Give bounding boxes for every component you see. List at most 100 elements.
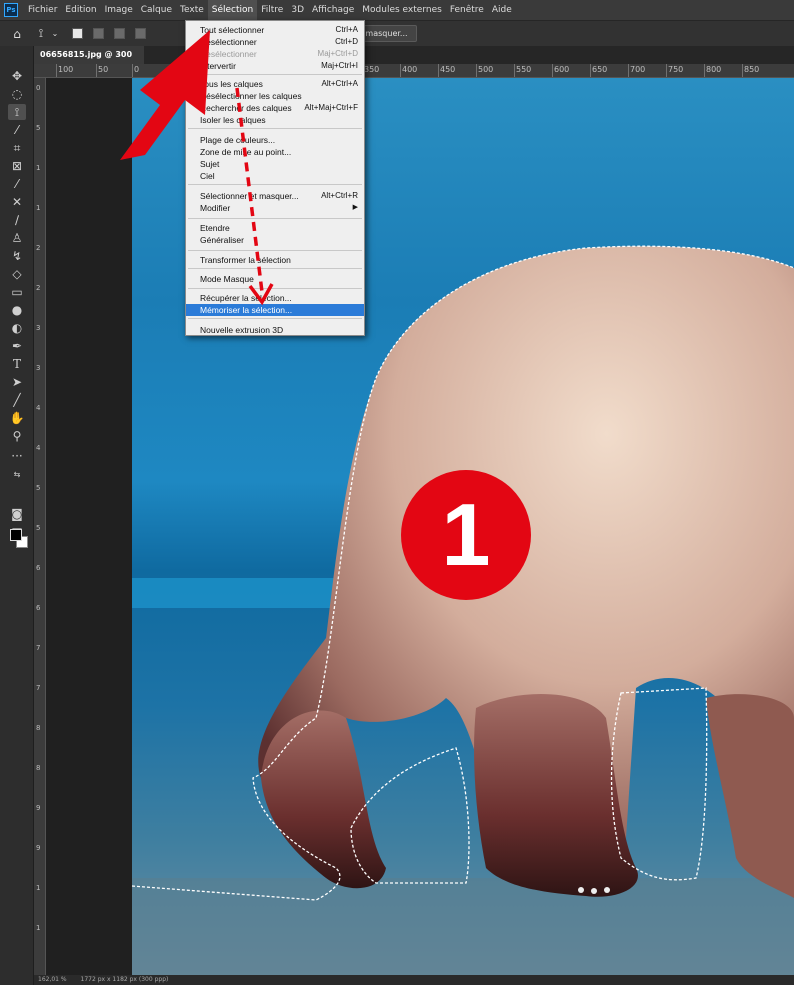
blur-tool-icon[interactable]: ● [8, 302, 26, 318]
healing-brush-icon[interactable]: ✕ [8, 194, 26, 210]
menu-item-load-selection[interactable]: Récupérer la sélection... [186, 292, 364, 304]
menu-item-inverse[interactable]: Intervertir Maj+Ctrl+I [186, 60, 364, 72]
menu-filtre[interactable]: Filtre [257, 0, 287, 20]
selection-menu-dropdown: Tout sélectionner Ctrl+A Désélectionner Ctr… [185, 20, 365, 336]
menu-item-shortcut: Alt+Ctrl+A [321, 79, 358, 88]
menu-fenetre[interactable]: Fenêtre [446, 0, 488, 20]
menu-selection[interactable]: Sélection [207, 0, 258, 20]
lasso-tool-icon[interactable]: ⟟ [8, 104, 26, 120]
new-selection-icon[interactable] [72, 28, 83, 39]
document-tab[interactable]: 06656815.jpg @ 300 [34, 46, 144, 64]
frame-tool-icon[interactable]: ⊠ [8, 158, 26, 174]
menu-item-modify[interactable]: Modifier ▶ [186, 202, 364, 214]
marquee-tool-icon[interactable]: ◌ [8, 86, 26, 102]
ruler-tick [96, 64, 97, 77]
document-tab-bar: 06656815.jpg @ 300 [34, 46, 794, 64]
menu-item-select-all[interactable]: Tout sélectionner Ctrl+A [186, 24, 364, 36]
menu-item-select-and-mask[interactable]: Sélectionner et masquer... Alt+Ctrl+R [186, 190, 364, 202]
ruler-tick-label: 1 [36, 924, 41, 932]
ruler-tick-label: 2 [36, 244, 41, 252]
ruler-tick [590, 64, 591, 77]
menu-item-transform-selection[interactable]: Transformer la sélection [186, 254, 364, 266]
menu-aide[interactable]: Aide [488, 0, 516, 20]
type-tool-icon[interactable]: T [8, 356, 26, 372]
menu-item-focus-area[interactable]: Zone de mise au point... [186, 146, 364, 158]
quick-mask-icon[interactable]: ◙ [8, 506, 26, 522]
foreground-color-swatch[interactable] [10, 529, 22, 541]
menu-item-find-layers[interactable]: Rechercher des calques Alt+Maj+Ctrl+F [186, 102, 364, 114]
menu-item-shortcut: Alt+Maj+Ctrl+F [304, 103, 358, 112]
zoom-tool-icon[interactable]: ⚲ [8, 428, 26, 444]
menu-image[interactable]: Image [101, 0, 137, 20]
menu-item-isolate-layers[interactable]: Isoler les calques [186, 114, 364, 126]
eyedropper-icon[interactable]: ⁄ [8, 176, 26, 192]
submenu-arrow-icon: ▶ [352, 204, 358, 211]
stamp-tool-icon[interactable]: ♙ [8, 230, 26, 246]
menu-item-label: Mémoriser la sélection... [200, 305, 293, 315]
menu-item-label: Modifier [200, 203, 231, 213]
menu-modules-externes[interactable]: Modules externes [358, 0, 446, 20]
menu-item-label: Plage de couleurs... [200, 135, 276, 145]
more-tools-icon[interactable]: ··· [8, 448, 26, 464]
menu-texte[interactable]: Texte [176, 0, 208, 20]
path-selection-icon[interactable]: ➤ [8, 374, 26, 390]
menu-bar: Ps Fichier Edition Image Calque Texte Sé… [0, 0, 794, 20]
history-brush-icon[interactable]: ↯ [8, 248, 26, 264]
ruler-tick [666, 64, 667, 77]
ruler-tick-label: 4 [36, 444, 41, 452]
menu-fichier[interactable]: Fichier [24, 0, 61, 20]
crop-tool-icon[interactable]: ⌗ [8, 140, 26, 156]
line-tool-icon[interactable]: ╱ [8, 392, 26, 408]
menu-calque[interactable]: Calque [137, 0, 176, 20]
menu-separator [188, 184, 362, 185]
menu-edition[interactable]: Edition [61, 0, 100, 20]
menu-item-shortcut: Maj+Ctrl+I [321, 61, 358, 70]
lasso-preset-icon[interactable]: ⟟ [34, 26, 48, 41]
menu-item-deselect-layers[interactable]: Désélectionner les calques [186, 90, 364, 102]
hand-tool-icon[interactable]: ✋ [8, 410, 26, 426]
home-icon[interactable]: ⌂ [10, 27, 24, 41]
menu-item-label: Sujet [200, 159, 220, 169]
brush-tool-icon[interactable]: ∕ [8, 212, 26, 228]
ruler-tick-label: 400 [402, 65, 418, 74]
horizontal-ruler: 100 50 0 350 400 450 500 550 600 650 700 750 800 850 [34, 64, 794, 78]
magic-wand-icon[interactable]: ⁄ [8, 122, 26, 138]
menu-item-label: Zone de mise au point... [200, 147, 292, 157]
menu-separator [188, 288, 362, 289]
ruler-tick-label: 1 [36, 204, 41, 212]
ruler-tick-label: 5 [36, 524, 41, 532]
menu-item-shortcut: Ctrl+D [335, 37, 358, 46]
chevron-down-icon[interactable]: ⌄ [48, 27, 62, 41]
gradient-tool-icon[interactable]: ▭ [8, 284, 26, 300]
ruler-tick-label: 50 [98, 65, 109, 74]
subtract-from-selection-icon[interactable] [114, 28, 125, 39]
eraser-icon[interactable]: ◇ [8, 266, 26, 282]
dodge-tool-icon[interactable]: ◐ [8, 320, 26, 336]
menu-item-label: Etendre [200, 223, 230, 233]
swap-colors-icon[interactable]: ⇆ [8, 466, 26, 482]
menu-item-save-selection[interactable]: Mémoriser la sélection... [186, 304, 364, 316]
add-to-selection-icon[interactable] [93, 28, 104, 39]
ruler-tick-label: 7 [36, 684, 41, 692]
menu-item-sky[interactable]: Ciel [186, 170, 364, 182]
menu-item-label: Tout sélectionner [200, 25, 265, 35]
menu-3d[interactable]: 3D [287, 0, 308, 20]
menu-item-reselect: Resélectionner Maj+Ctrl+D [186, 48, 364, 60]
menu-item-new-3d-extrusion[interactable]: Nouvelle extrusion 3D [186, 324, 364, 336]
menu-separator [188, 218, 362, 219]
menu-affichage[interactable]: Affichage [308, 0, 358, 20]
menu-item-color-range[interactable]: Plage de couleurs... [186, 134, 364, 146]
menu-item-quick-mask-mode[interactable]: Mode Masque [186, 273, 364, 285]
menu-item-all-layers[interactable]: Tous les calques Alt+Ctrl+A [186, 78, 364, 90]
menu-item-similar[interactable]: Généraliser [186, 234, 364, 246]
menu-item-deselect[interactable]: Désélectionner Ctrl+D [186, 36, 364, 48]
menu-item-grow[interactable]: Etendre [186, 222, 364, 234]
menu-item-subject[interactable]: Sujet [186, 158, 364, 170]
ruler-tick-label: 5 [36, 124, 41, 132]
menu-separator [188, 128, 362, 129]
intersect-selection-icon[interactable] [135, 28, 146, 39]
zoom-level[interactable]: 162,01 % [38, 976, 67, 983]
move-tool-icon[interactable]: ✥ [8, 68, 26, 84]
pen-tool-icon[interactable]: ✒ [8, 338, 26, 354]
options-bar: ⌂ ⟟ ⌄ ner et masquer... [0, 20, 794, 46]
